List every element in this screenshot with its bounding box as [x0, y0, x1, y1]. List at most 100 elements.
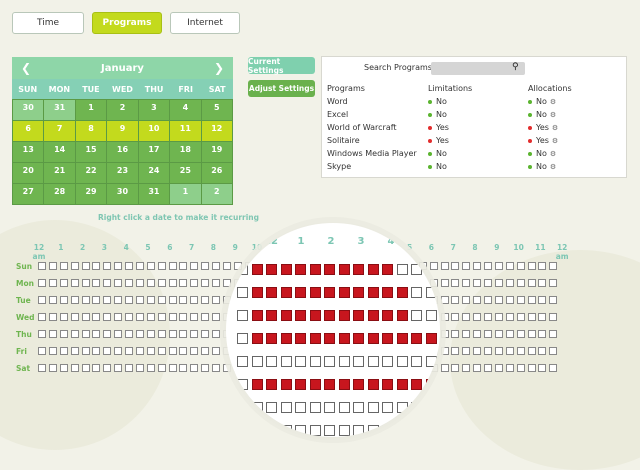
calendar-day[interactable]: 19	[201, 142, 232, 162]
schedule-cell[interactable]	[70, 279, 79, 287]
schedule-cell-selected[interactable]	[367, 310, 379, 321]
schedule-cell[interactable]	[440, 279, 449, 287]
schedule-cell[interactable]	[92, 347, 101, 355]
schedule-cell[interactable]	[505, 296, 514, 304]
schedule-cell[interactable]	[59, 313, 68, 321]
schedule-cell[interactable]	[353, 402, 364, 413]
calendar-day[interactable]: 15	[75, 142, 107, 162]
schedule-cell[interactable]	[516, 364, 525, 372]
schedule-cell[interactable]	[103, 347, 112, 355]
schedule-cell[interactable]	[135, 330, 144, 338]
tab-time[interactable]: Time	[12, 12, 84, 34]
schedule-cell[interactable]	[549, 330, 558, 338]
schedule-cell[interactable]	[201, 296, 210, 304]
schedule-cell[interactable]	[201, 347, 210, 355]
schedule-cell[interactable]	[473, 279, 482, 287]
calendar-day[interactable]: 13	[13, 142, 44, 162]
schedule-cell[interactable]	[59, 296, 68, 304]
calendar-day[interactable]: 14	[44, 142, 75, 162]
schedule-cell[interactable]	[179, 330, 188, 338]
schedule-cell-selected[interactable]	[295, 264, 306, 275]
schedule-cell[interactable]	[237, 333, 248, 344]
schedule-cell-selected[interactable]	[367, 379, 379, 390]
schedule-cell[interactable]	[425, 356, 437, 367]
schedule-cell[interactable]	[280, 425, 292, 436]
schedule-cell-selected[interactable]	[338, 264, 350, 275]
schedule-cell[interactable]	[38, 330, 46, 338]
schedule-cell-selected[interactable]	[251, 264, 263, 275]
schedule-cell[interactable]	[222, 262, 231, 270]
tab-programs[interactable]: Programs	[92, 12, 162, 34]
schedule-cell-selected[interactable]	[324, 333, 335, 344]
schedule-cell-selected[interactable]	[324, 287, 335, 298]
schedule-cell[interactable]	[451, 347, 460, 355]
schedule-cell[interactable]	[103, 313, 112, 321]
schedule-cell[interactable]	[146, 262, 155, 270]
schedule-cell[interactable]	[396, 402, 408, 413]
schedule-cell[interactable]	[135, 364, 144, 372]
schedule-cell-selected[interactable]	[280, 379, 292, 390]
schedule-cell[interactable]	[179, 313, 188, 321]
calendar-day[interactable]: 9	[107, 121, 138, 141]
schedule-cell[interactable]	[70, 364, 79, 372]
schedule-cell-selected[interactable]	[411, 333, 422, 344]
schedule-cell[interactable]	[538, 296, 547, 304]
schedule-cell[interactable]	[190, 296, 199, 304]
schedule-cell[interactable]	[295, 402, 306, 413]
schedule-cell-selected[interactable]	[353, 310, 364, 321]
schedule-cell[interactable]	[396, 356, 408, 367]
schedule-cell[interactable]	[212, 296, 221, 304]
schedule-cell[interactable]	[516, 330, 525, 338]
schedule-cell[interactable]	[462, 279, 471, 287]
schedule-cell[interactable]	[125, 313, 134, 321]
schedule-cell[interactable]	[81, 364, 90, 372]
program-allocation[interactable]: No ⚙	[528, 147, 623, 160]
calendar-day[interactable]: 12	[201, 121, 232, 141]
program-allocation[interactable]: No ⚙	[528, 108, 623, 121]
schedule-cell[interactable]	[146, 364, 155, 372]
schedule-cell[interactable]	[549, 347, 558, 355]
schedule-cell-selected[interactable]	[338, 379, 350, 390]
schedule-cell[interactable]	[462, 364, 471, 372]
schedule-cell-selected[interactable]	[251, 379, 263, 390]
schedule-cell[interactable]	[411, 287, 422, 298]
schedule-cell[interactable]	[484, 364, 493, 372]
program-row[interactable]: Word No No ⚙	[327, 95, 623, 108]
schedule-cell[interactable]	[70, 313, 79, 321]
schedule-cell[interactable]	[505, 330, 514, 338]
schedule-cell[interactable]	[280, 356, 292, 367]
current-settings-button[interactable]: Current Settings	[248, 57, 315, 75]
schedule-cell[interactable]	[462, 330, 471, 338]
calendar-day[interactable]: 10	[138, 121, 170, 141]
schedule-cell[interactable]	[157, 347, 166, 355]
program-allocation[interactable]: No ⚙	[528, 160, 623, 173]
calendar-day[interactable]: 5	[201, 100, 232, 120]
calendar-day[interactable]: 11	[170, 121, 201, 141]
schedule-cell-selected[interactable]	[280, 287, 292, 298]
program-limitation[interactable]: No	[428, 108, 528, 121]
schedule-cell[interactable]	[484, 279, 493, 287]
schedule-cell[interactable]	[48, 347, 57, 355]
schedule-cell[interactable]	[38, 279, 46, 287]
schedule-cell[interactable]	[266, 356, 277, 367]
schedule-cell[interactable]	[462, 296, 471, 304]
schedule-cell[interactable]	[494, 279, 503, 287]
schedule-cell-selected[interactable]	[266, 379, 277, 390]
schedule-cell[interactable]	[451, 330, 460, 338]
schedule-cell-selected[interactable]	[266, 310, 277, 321]
schedule-cell-selected[interactable]	[382, 333, 393, 344]
program-limitation[interactable]: Yes	[428, 134, 528, 147]
schedule-cell[interactable]	[103, 296, 112, 304]
schedule-cell[interactable]	[168, 279, 177, 287]
schedule-cell[interactable]	[179, 347, 188, 355]
schedule-cell[interactable]	[411, 402, 422, 413]
schedule-cell[interactable]	[425, 425, 437, 436]
schedule-cell[interactable]	[527, 262, 536, 270]
schedule-cell[interactable]	[440, 347, 449, 355]
schedule-cell-selected[interactable]	[266, 333, 277, 344]
schedule-cell[interactable]	[190, 313, 199, 321]
schedule-cell[interactable]	[538, 262, 547, 270]
schedule-cell[interactable]	[549, 296, 558, 304]
search-programs-input[interactable]	[431, 62, 525, 75]
schedule-cell[interactable]	[92, 313, 101, 321]
